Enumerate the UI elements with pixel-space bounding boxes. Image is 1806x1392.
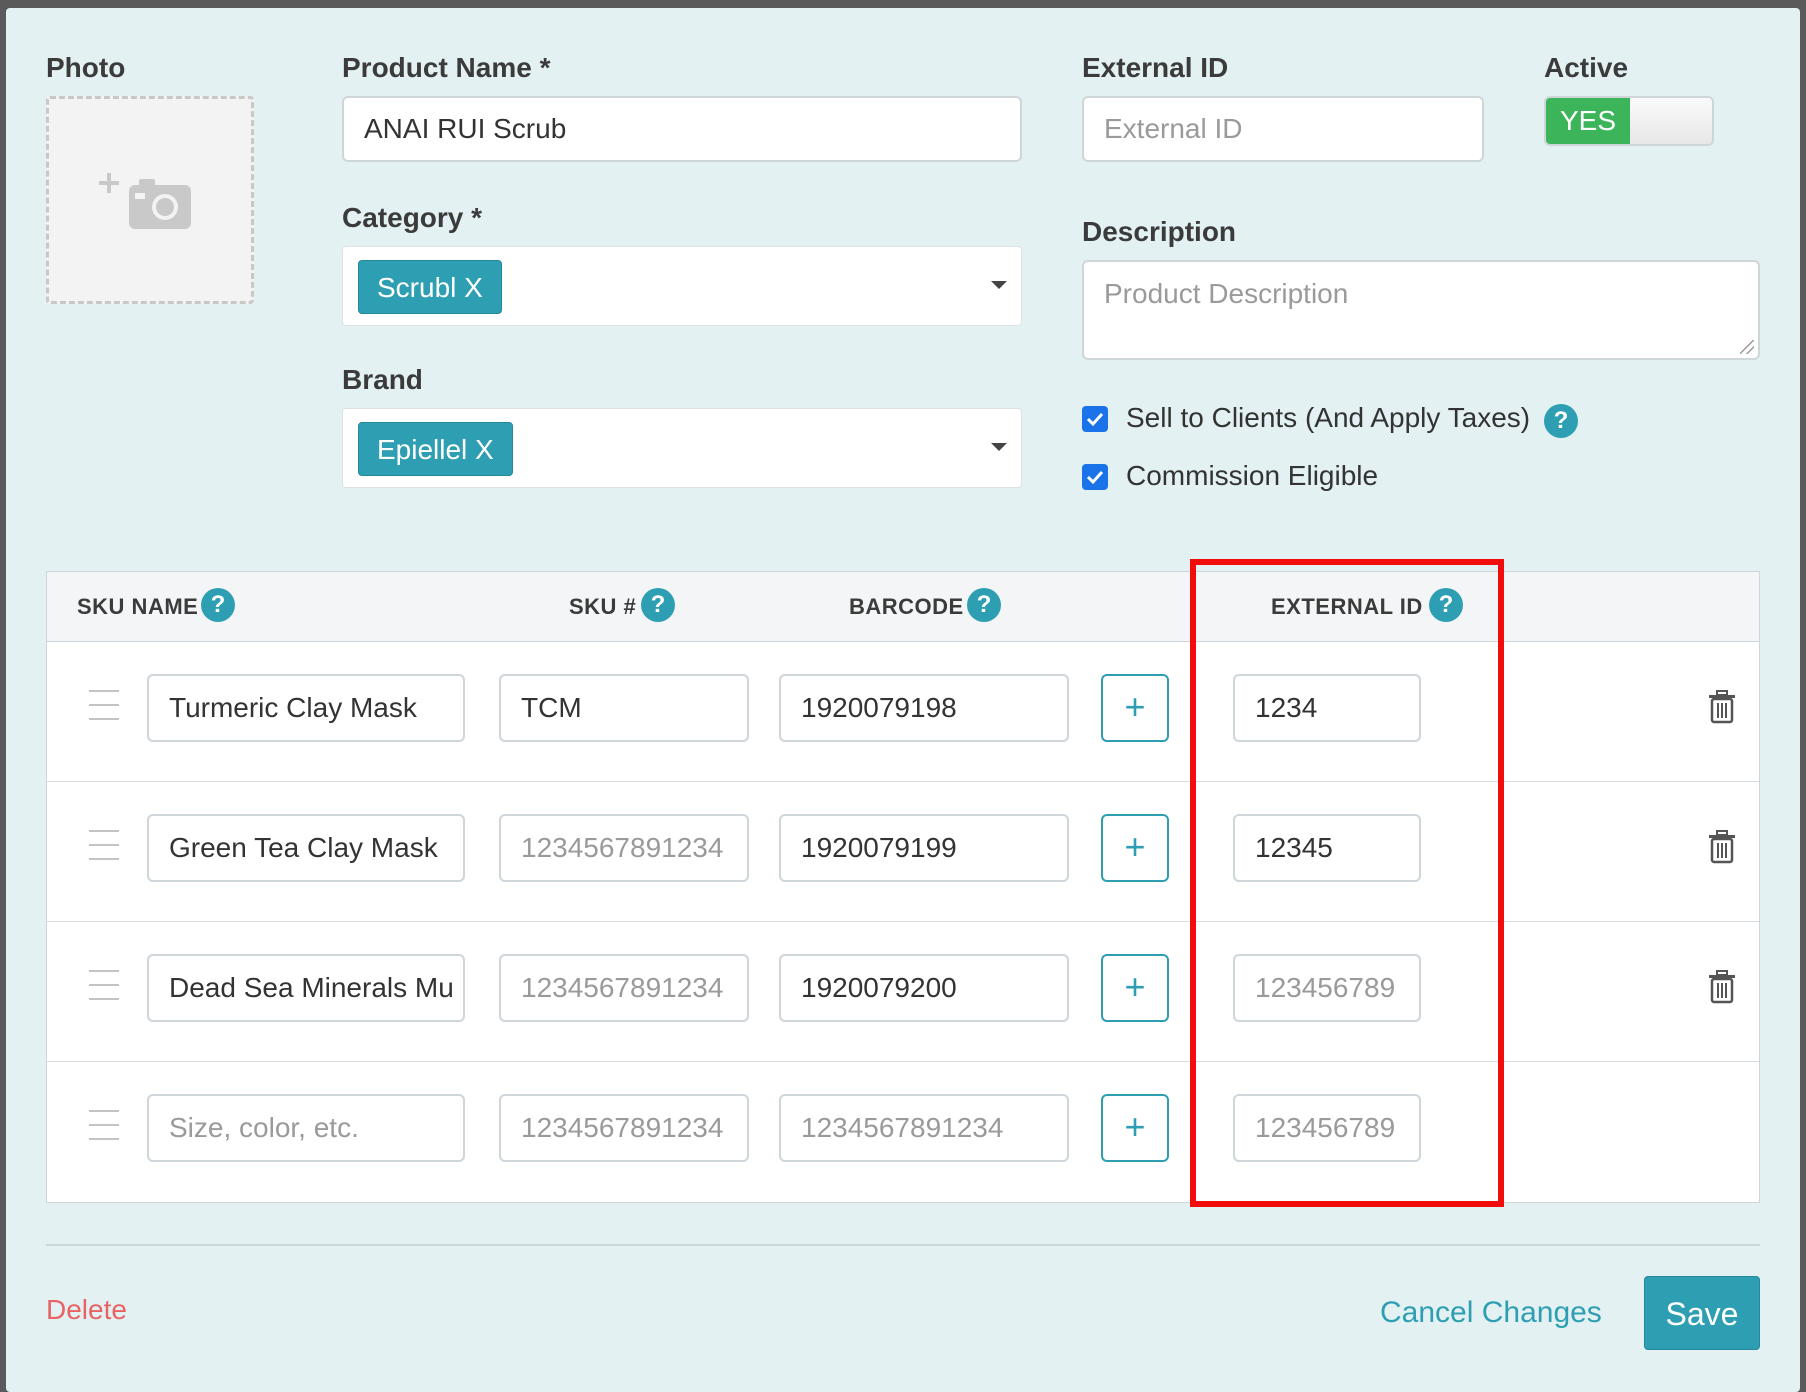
- trash-icon[interactable]: [1707, 690, 1737, 724]
- add-barcode-button[interactable]: +: [1101, 1094, 1169, 1162]
- active-toggle-yes: YES: [1546, 98, 1630, 144]
- barcode-input[interactable]: 1920079200: [779, 954, 1069, 1022]
- chevron-down-icon: [991, 443, 1007, 451]
- save-button[interactable]: Save: [1644, 1276, 1760, 1350]
- add-barcode-button[interactable]: +: [1101, 814, 1169, 882]
- category-tag[interactable]: Scrubl X: [358, 260, 502, 314]
- table-row: Dead Sea Minerals Mu 1234567891234 19200…: [47, 922, 1759, 1062]
- drag-handle-icon[interactable]: [89, 690, 119, 720]
- header-external-id: EXTERNAL ID: [1271, 594, 1423, 619]
- description-placeholder: Product Description: [1104, 278, 1349, 309]
- photo-upload[interactable]: [46, 96, 254, 304]
- table-row: Turmeric Clay Mask TCM 1920079198 + 1234: [47, 642, 1759, 782]
- chevron-down-icon: [991, 281, 1007, 289]
- description-textarea[interactable]: Product Description: [1082, 260, 1760, 360]
- sku-external-id-input[interactable]: 12345: [1233, 814, 1421, 882]
- footer-divider: [46, 1244, 1760, 1246]
- table-row: Size, color, etc. 1234567891234 12345678…: [47, 1062, 1759, 1202]
- delete-link[interactable]: Delete: [46, 1294, 127, 1326]
- header-barcode: BARCODE: [849, 594, 964, 619]
- cancel-changes-link[interactable]: Cancel Changes: [1380, 1296, 1602, 1330]
- sku-name-input[interactable]: Size, color, etc.: [147, 1094, 465, 1162]
- product-name-label: Product Name *: [342, 52, 551, 83]
- header-sku-name: SKU NAME: [77, 594, 199, 619]
- barcode-input[interactable]: 1920079198: [779, 674, 1069, 742]
- external-id-label: External ID: [1082, 52, 1229, 83]
- sku-table-header: SKU NAME ? SKU # ? BARCODE ? EXTERNAL ID…: [47, 572, 1759, 642]
- active-label: Active: [1544, 52, 1629, 83]
- checkmark-icon: [1086, 412, 1104, 427]
- category-select[interactable]: Scrubl X: [342, 246, 1022, 326]
- add-barcode-button[interactable]: +: [1101, 954, 1169, 1022]
- brand-tag[interactable]: Epiellel X: [358, 422, 513, 476]
- drag-handle-icon[interactable]: [89, 1110, 119, 1140]
- help-icon[interactable]: ?: [201, 588, 235, 622]
- drag-handle-icon[interactable]: [89, 830, 119, 860]
- trash-icon[interactable]: [1707, 970, 1737, 1004]
- drag-handle-icon[interactable]: [89, 970, 119, 1000]
- help-icon[interactable]: ?: [641, 588, 675, 622]
- sku-num-input[interactable]: 1234567891234: [499, 954, 749, 1022]
- sku-num-input[interactable]: TCM: [499, 674, 749, 742]
- external-id-input[interactable]: External ID: [1082, 96, 1484, 162]
- sku-name-input[interactable]: Dead Sea Minerals Mu: [147, 954, 465, 1022]
- trash-icon[interactable]: [1707, 830, 1737, 864]
- table-row: Green Tea Clay Mask 1234567891234 192007…: [47, 782, 1759, 922]
- brand-label: Brand: [342, 364, 423, 395]
- sell-to-clients-label: Sell to Clients (And Apply Taxes): [1126, 402, 1531, 433]
- commission-eligible-label: Commission Eligible: [1126, 460, 1379, 491]
- help-icon[interactable]: ?: [1544, 404, 1578, 438]
- category-label: Category *: [342, 202, 483, 233]
- commission-eligible-checkbox[interactable]: [1082, 464, 1108, 490]
- description-label: Description: [1082, 216, 1237, 247]
- barcode-input[interactable]: 1234567891234: [779, 1094, 1069, 1162]
- sku-name-input[interactable]: Green Tea Clay Mask: [147, 814, 465, 882]
- checkmark-icon: [1086, 470, 1104, 485]
- sku-external-id-input[interactable]: 123456789: [1233, 954, 1421, 1022]
- edit-product-modal: Photo Product Name * ANAI RUI Scrub Exte…: [6, 8, 1800, 1392]
- sku-external-id-input[interactable]: 1234: [1233, 674, 1421, 742]
- help-icon[interactable]: ?: [967, 588, 1001, 622]
- add-camera-icon: [99, 173, 191, 229]
- header-sku-num: SKU #: [569, 594, 637, 619]
- active-toggle[interactable]: YES: [1544, 96, 1714, 146]
- sell-to-clients-checkbox[interactable]: [1082, 406, 1108, 432]
- product-name-input[interactable]: ANAI RUI Scrub: [342, 96, 1022, 162]
- help-icon[interactable]: ?: [1429, 588, 1463, 622]
- sku-num-input[interactable]: 1234567891234: [499, 814, 749, 882]
- resize-handle-icon[interactable]: [1740, 340, 1754, 354]
- active-toggle-knob: [1630, 98, 1712, 144]
- barcode-input[interactable]: 1920079199: [779, 814, 1069, 882]
- sku-num-input[interactable]: 1234567891234: [499, 1094, 749, 1162]
- sku-table: SKU NAME ? SKU # ? BARCODE ? EXTERNAL ID…: [46, 571, 1760, 1203]
- add-barcode-button[interactable]: +: [1101, 674, 1169, 742]
- sku-name-input[interactable]: Turmeric Clay Mask: [147, 674, 465, 742]
- brand-select[interactable]: Epiellel X: [342, 408, 1022, 488]
- sku-external-id-input[interactable]: 123456789: [1233, 1094, 1421, 1162]
- photo-label: Photo: [46, 52, 126, 83]
